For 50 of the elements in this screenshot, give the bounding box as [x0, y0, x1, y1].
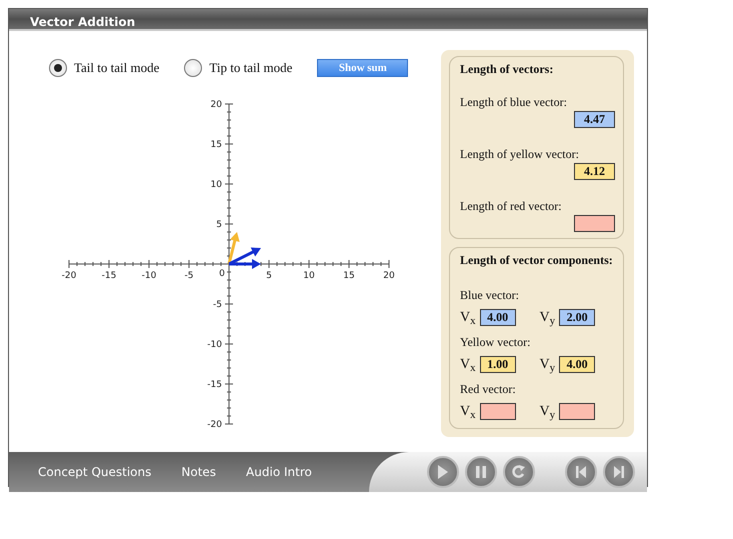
tick-label: -15 — [207, 380, 222, 390]
previous-button[interactable] — [565, 456, 597, 488]
window-title: Vector Addition — [9, 9, 647, 31]
vector-label: Yellow vector: — [460, 334, 532, 351]
component-label: V$_{x}$ — [460, 356, 476, 375]
pause-button[interactable] — [465, 456, 497, 488]
mode-radio[interactable]: Tail to tail mode — [49, 58, 160, 78]
bottom-tab[interactable]: Concept Questions — [29, 465, 160, 479]
tick-label: -10 — [207, 340, 222, 350]
value-field: 1.00 — [480, 356, 516, 373]
tick-label: 10 — [210, 180, 222, 190]
value-field: 4.12 — [574, 163, 615, 180]
replay-button[interactable] — [503, 456, 535, 488]
value-field: 2.00 — [559, 309, 595, 326]
component-label: V$_{y}$ — [540, 309, 556, 328]
tick-label: -5 — [213, 300, 222, 310]
value-field: 4.47 — [574, 111, 615, 128]
length-label: Length of yellow vector: — [460, 146, 579, 163]
play-button[interactable] — [427, 456, 459, 488]
next-button[interactable] — [603, 456, 635, 488]
vector-label: Red vector: — [460, 381, 517, 398]
tick-label: -15 — [102, 271, 116, 281]
vector-label: Blue vector: — [460, 287, 520, 304]
length-label: Length of red vector: — [460, 198, 562, 215]
component-label: V$_{x}$ — [460, 309, 476, 328]
mode-radio[interactable]: Tip to tail mode — [184, 58, 292, 78]
tick-label: 5 — [216, 220, 222, 230]
bottom-tab[interactable]: Notes — [172, 465, 226, 479]
tick-label: -20 — [207, 420, 222, 430]
length-label: Length of blue vector: — [460, 94, 567, 111]
tick-label: 15 — [210, 140, 222, 150]
component-label: V$_{y}$ — [540, 403, 556, 422]
component-arrow[interactable] — [229, 259, 261, 269]
vector-arrow[interactable] — [228, 248, 261, 266]
tick-label: -5 — [184, 271, 194, 281]
tick-label: 0 — [219, 269, 225, 279]
tick-label: -20 — [62, 271, 76, 281]
value-field: 4.00 — [480, 309, 516, 326]
value-field: 4.00 — [559, 356, 595, 373]
tick-label: 10 — [303, 271, 315, 281]
tick-label: 5 — [266, 271, 272, 281]
tick-label: 20 — [210, 100, 222, 110]
component-label: V$_{x}$ — [460, 403, 476, 422]
tick-label: 20 — [383, 271, 395, 281]
component-label: V$_{y}$ — [540, 356, 556, 375]
vector-arrow[interactable] — [228, 232, 240, 264]
bottom-tab[interactable]: Audio Intro — [237, 465, 321, 479]
tick-label: -10 — [142, 271, 156, 281]
tick-label: 15 — [343, 271, 355, 281]
show-sum-button[interactable]: Show sum — [317, 59, 408, 77]
